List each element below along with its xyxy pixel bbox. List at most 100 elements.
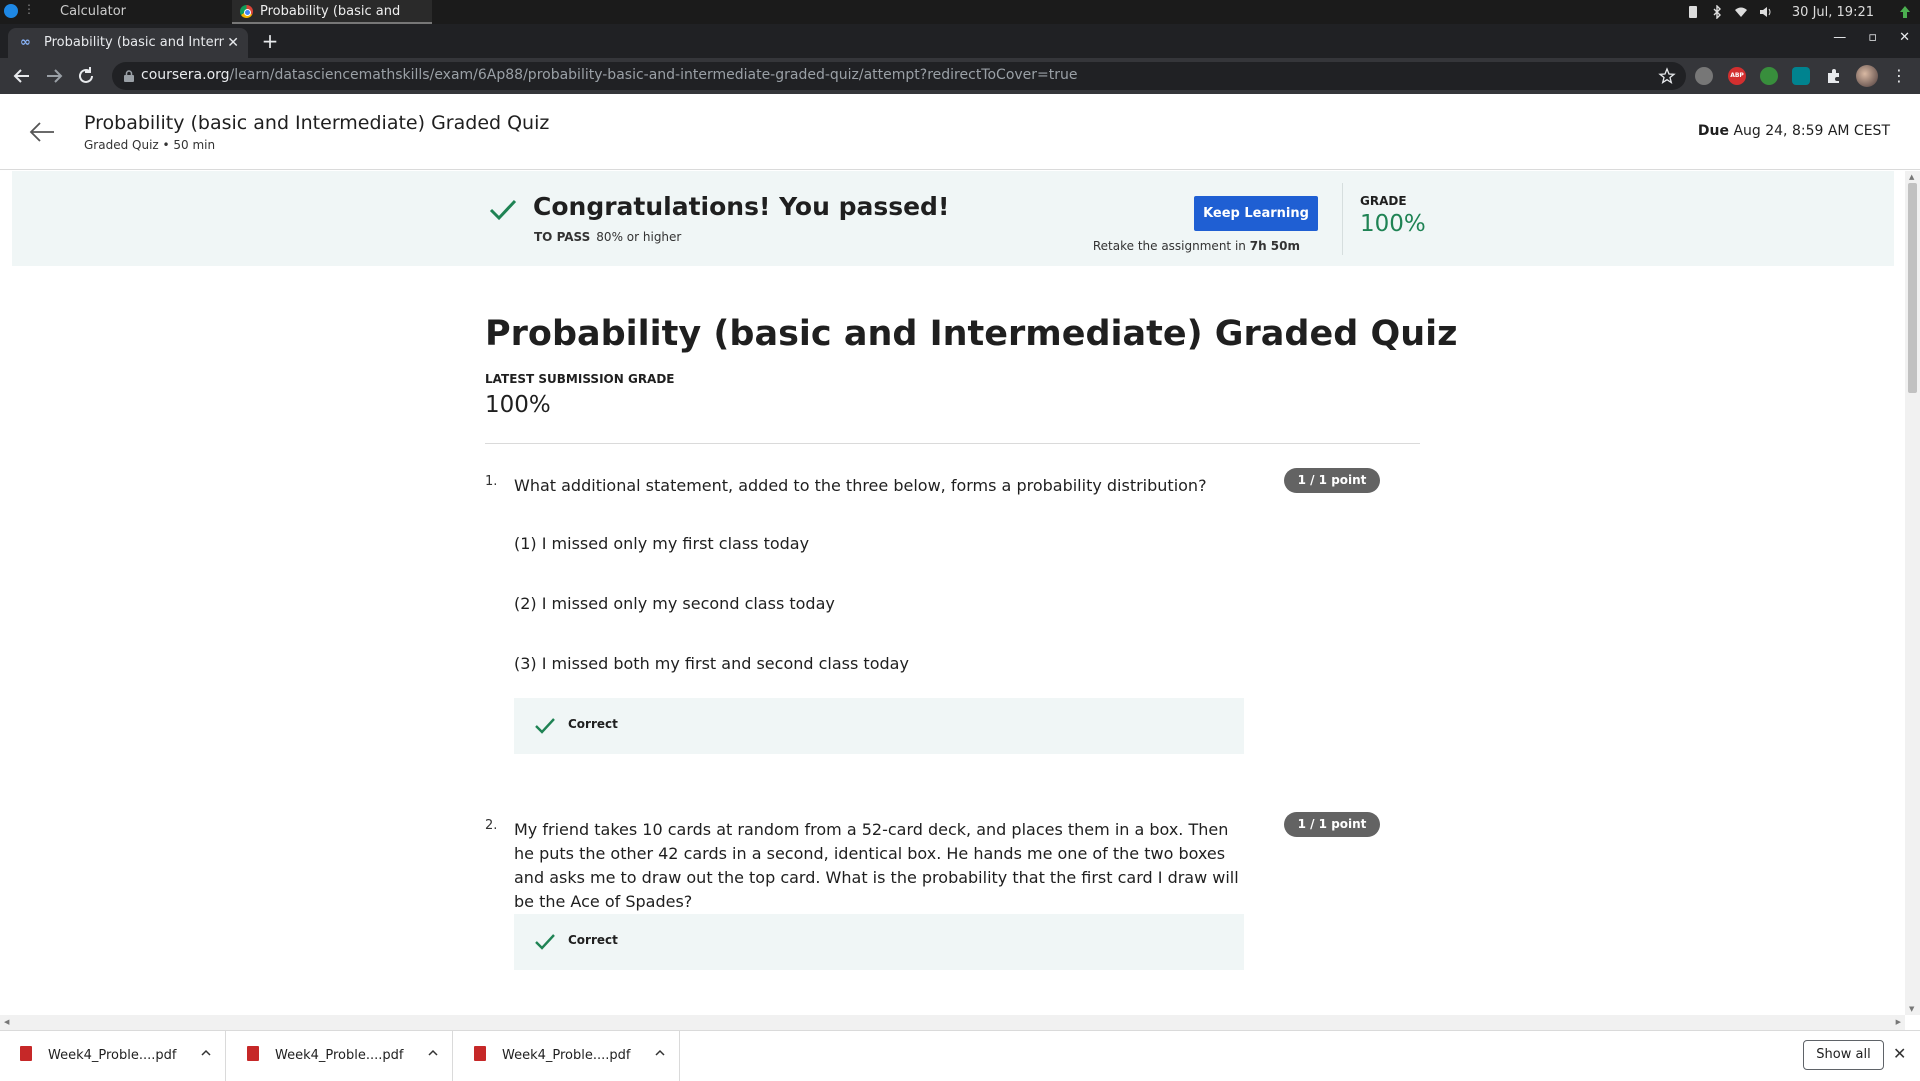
passed-banner: Congratulations! You passed! TO PASS 80% … [12,171,1894,266]
tab-title: Probability (basic and Interme [44,35,224,50]
quiz-heading: Probability (basic and Intermediate) Gra… [485,314,1458,354]
window-controls: — ▫ ✕ [1833,30,1910,45]
taskbar-item-label: Calculator [60,4,127,19]
feedback-label: Correct [568,717,618,731]
question-statement: (3) I missed both my first and second cl… [514,654,909,673]
points-badge: 1 / 1 point [1284,812,1380,837]
bluetooth-icon[interactable] [1710,5,1724,19]
extension-square-icon[interactable] [1792,67,1810,85]
back-icon[interactable] [11,65,33,87]
reload-icon[interactable] [75,65,97,87]
profile-avatar[interactable] [1856,65,1878,87]
question-text: What additional statement, added to the … [514,476,1207,495]
passed-title: Congratulations! You passed! [533,192,950,221]
extension-bug-icon[interactable] [1695,67,1713,85]
checkmark-icon [535,718,555,734]
wifi-icon[interactable] [1734,5,1748,19]
url-host: coursera.org [141,67,230,83]
show-all-button[interactable]: Show all [1803,1040,1884,1070]
pdf-file-icon [247,1046,259,1061]
volume-icon[interactable] [1758,5,1772,19]
tab-close-icon[interactable]: ✕ [227,28,239,58]
divider [485,443,1420,444]
page-title: Probability (basic and Intermediate) Gra… [84,112,550,134]
extensions-puzzle-icon[interactable] [1825,67,1843,85]
banner-divider [1342,183,1343,255]
chrome-menu-icon[interactable]: ⋮ [1890,67,1908,85]
new-tab-icon[interactable]: + [258,30,282,54]
horizontal-scrollbar[interactable]: ◀ ▶ [0,1015,1905,1030]
taskbar-item-calculator[interactable]: Calculator [34,0,230,24]
download-item[interactable]: Week4_Proble....pdf [454,1031,680,1081]
latest-grade-label: LATEST SUBMISSION GRADE [485,372,675,386]
points-badge: 1 / 1 point [1284,468,1380,493]
minimize-icon[interactable]: — [1833,30,1846,45]
url-text: coursera.org/learn/datasciencemathskills… [141,67,1078,83]
forward-icon[interactable] [43,65,65,87]
quiz-header: Probability (basic and Intermediate) Gra… [0,94,1920,170]
to-pass-label: TO PASS [534,230,591,244]
bookmark-star-icon[interactable] [1658,67,1676,85]
feedback-box: Correct [514,914,1244,970]
checkmark-icon [535,934,555,950]
due-label: Due [1697,123,1729,139]
extension-tree-icon[interactable] [1760,67,1778,85]
battery-icon[interactable] [1686,5,1700,19]
scrollbar-thumb[interactable] [1908,183,1917,393]
due-value: Aug 24, 8:59 AM CEST [1733,123,1890,139]
url-path: /learn/datasciencemathskills/exam/6Ap88/… [229,67,1078,83]
download-filename: Week4_Proble....pdf [275,1048,404,1063]
pdf-file-icon [474,1046,486,1061]
grade-label: GRADE [1360,194,1407,208]
question-statement: (2) I missed only my second class today [514,594,835,613]
close-downloads-icon[interactable]: ✕ [1893,1044,1906,1063]
chevron-up-icon[interactable] [200,1047,212,1059]
scroll-up-icon[interactable]: ▲ [1909,173,1914,181]
os-taskbar: ⋮ Calculator Probability (basic and Inte… [0,0,1920,43]
download-filename: Week4_Proble....pdf [48,1048,177,1063]
question-text: My friend takes 10 cards at random from … [514,820,1239,911]
latest-grade-value: 100% [485,392,551,418]
keep-learning-button[interactable]: Keep Learning [1194,196,1318,231]
os-launcher-icon[interactable] [4,4,18,18]
checkmark-icon [489,199,517,221]
vertical-scrollbar[interactable]: ▲ ▼ [1905,171,1920,1015]
retake-info: Retake the assignment in 7h 50m [1093,239,1300,253]
retake-time: 7h 50m [1249,239,1300,253]
download-filename: Week4_Proble....pdf [502,1048,631,1063]
address-bar[interactable]: coursera.org/learn/datasciencemathskills… [112,62,1686,90]
system-tray: 30 Jul, 19:21 [1686,0,1920,24]
coursera-favicon-icon: ∞ [20,35,31,50]
chevron-up-icon[interactable] [654,1047,666,1059]
question-statement: (1) I missed only my first class today [514,534,810,553]
update-icon[interactable] [1898,5,1912,19]
maximize-icon[interactable]: ▫ [1868,30,1877,45]
download-item[interactable]: Week4_Proble....pdf [0,1031,226,1081]
due-date: Due Aug 24, 8:59 AM CEST [1698,123,1890,139]
download-item[interactable]: Week4_Proble....pdf [227,1031,453,1081]
close-window-icon[interactable]: ✕ [1899,30,1910,45]
question-number: 1. [485,474,498,489]
taskbar-item-chrome[interactable]: Probability (basic and Inte… [232,0,432,43]
browser-tab-strip: ∞ Probability (basic and Interme ✕ + — ▫… [0,24,1920,58]
scroll-right-icon[interactable]: ▶ [1896,1018,1901,1026]
lock-icon[interactable] [124,70,134,82]
adblock-icon[interactable]: ABP [1728,67,1746,85]
pdf-file-icon [20,1046,32,1061]
quiz-meta: Graded Quiz • 50 min [84,138,216,152]
browser-toolbar: coursera.org/learn/datasciencemathskills… [0,58,1920,94]
chevron-up-icon[interactable] [427,1047,439,1059]
to-pass-value: 80% or higher [596,230,682,244]
scroll-down-icon[interactable]: ▼ [1909,1005,1914,1013]
downloads-bar: Week4_Proble....pdf Week4_Proble....pdf … [0,1030,1920,1081]
clock[interactable]: 30 Jul, 19:21 [1792,5,1874,20]
retake-prefix: Retake the assignment in [1092,239,1246,253]
scroll-left-icon[interactable]: ◀ [4,1018,9,1026]
back-arrow-icon[interactable] [28,120,56,144]
feedback-label: Correct [568,933,618,947]
browser-tab[interactable]: ∞ Probability (basic and Interme ✕ [8,28,248,58]
question-number: 2. [485,818,498,833]
pass-threshold: TO PASS 80% or higher [534,230,681,244]
grade-value: 100% [1360,211,1426,237]
chrome-icon [240,5,253,18]
